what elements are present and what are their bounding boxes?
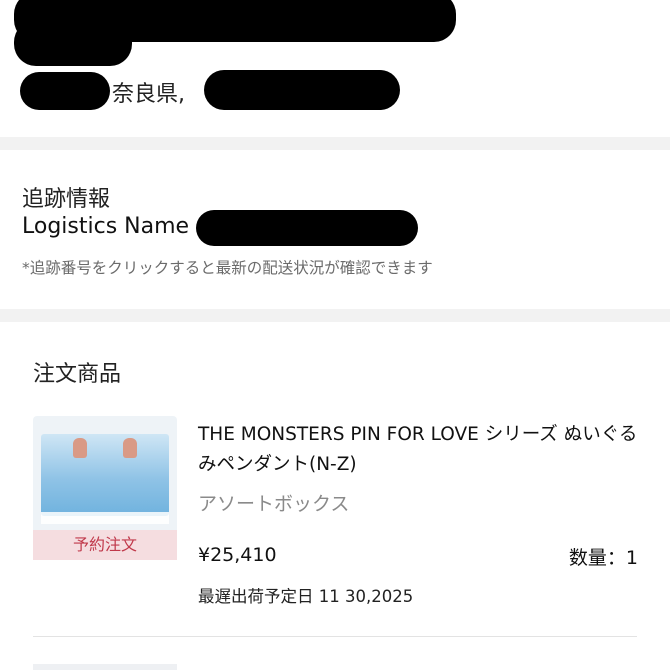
product-figure [123, 438, 137, 458]
address-prefecture: 奈良県, [112, 82, 185, 107]
order-section-title: 注文商品 [33, 362, 122, 387]
product-price: ¥25,410 [198, 544, 277, 566]
redacted-address-part [20, 72, 110, 110]
next-item-thumbnail[interactable] [33, 664, 177, 670]
product-quantity: 数量：1 [568, 547, 638, 569]
latest-ship-date: 最遅出荷予定日 11 30,2025 [198, 587, 414, 606]
item-divider [33, 636, 637, 637]
logistics-name-label: Logistics Name [22, 214, 190, 239]
preorder-badge: 予約注文 [33, 530, 177, 560]
redacted-address-detail [204, 70, 400, 110]
product-box-image [41, 434, 169, 516]
tracking-title: 追跡情報 [22, 187, 111, 212]
address-card: 奈良県, [0, 0, 670, 137]
redacted-name-tail [14, 20, 132, 66]
product-variant: アソートボックス [198, 493, 350, 515]
tracking-note: *追跡番号をクリックすると最新の配送状況が確認できます [22, 259, 433, 277]
redacted-tracking-number[interactable] [196, 210, 418, 246]
product-figure [73, 438, 87, 458]
product-name[interactable]: THE MONSTERS PIN FOR LOVE シリーズ ぬいぐるみペンダン… [198, 420, 638, 480]
product-box-stripe [41, 512, 169, 524]
